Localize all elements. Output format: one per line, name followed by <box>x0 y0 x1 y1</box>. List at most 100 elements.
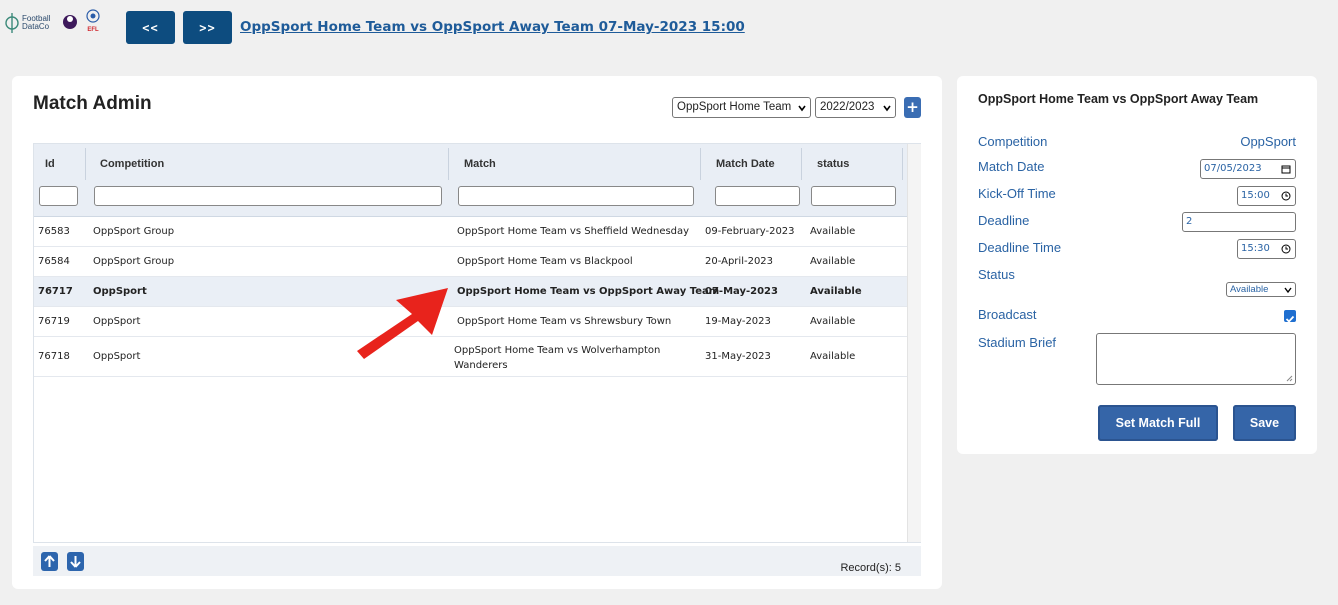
competition-value: OppSport <box>1240 134 1296 149</box>
vertical-scrollbar[interactable] <box>907 144 921 542</box>
cell-match: OppSport Home Team vs Wolverhampton Wand… <box>454 345 661 371</box>
column-divider <box>700 148 701 180</box>
deadline-value: 2 <box>1186 216 1193 227</box>
kickoff-time-value: 15:00 <box>1241 190 1270 201</box>
match-grid: Id Competition Match Match Date status 7… <box>33 143 921 543</box>
cell-status: Available <box>810 226 856 237</box>
season-select-value: 2022/2023 <box>820 101 875 113</box>
table-row-selected[interactable]: 76717 OppSport OppSport Home Team vs Opp… <box>34 277 907 307</box>
cell-competition: OppSport <box>93 316 141 327</box>
clock-icon[interactable] <box>1281 191 1291 201</box>
cell-match-date: 19-May-2023 <box>705 316 771 327</box>
status-select-value: Available <box>1230 284 1269 295</box>
deadline-time-label: Deadline Time <box>978 240 1062 255</box>
svg-text:EFL: EFL <box>87 27 99 33</box>
deadline-label: Deadline <box>978 213 1030 228</box>
next-match-button[interactable]: >> <box>183 11 232 44</box>
deadline-time-value: 15:30 <box>1241 243 1270 254</box>
resize-handle-icon[interactable] <box>1285 374 1293 382</box>
dataco-mark-icon <box>5 13 19 33</box>
arrow-up-icon <box>44 555 55 567</box>
record-count: Record(s): 5 <box>840 562 901 574</box>
football-dataco-logo: Football DataCo EFL <box>4 9 104 36</box>
season-select[interactable]: 2022/2023 <box>815 97 896 118</box>
clock-icon[interactable] <box>1281 244 1291 254</box>
deadline-input[interactable]: 2 <box>1182 212 1296 232</box>
column-divider <box>448 148 449 180</box>
chevron-down-icon <box>798 105 806 112</box>
cell-status: Available <box>810 286 862 297</box>
column-divider <box>902 148 903 180</box>
move-up-button[interactable] <box>41 552 58 571</box>
chevron-down-icon <box>883 105 891 112</box>
set-match-full-button[interactable]: Set Match Full <box>1098 405 1218 441</box>
table-row[interactable]: 76584 OppSport Group OppSport Home Team … <box>34 247 907 277</box>
premier-league-icon <box>63 15 77 29</box>
column-header-status[interactable]: status <box>817 158 849 170</box>
table-row[interactable]: 76583 OppSport Group OppSport Home Team … <box>34 217 907 247</box>
arrow-down-icon <box>70 556 81 568</box>
add-match-button[interactable]: + <box>904 97 921 118</box>
calendar-icon[interactable] <box>1281 164 1291 174</box>
table-row[interactable]: 76719 OppSport OppSport Home Team vs Shr… <box>34 307 907 337</box>
cell-match: OppSport Home Team vs OppSport Away Team <box>457 286 720 297</box>
table-row[interactable]: 76718 OppSport OppSport Home Team vs Wol… <box>34 337 907 377</box>
filter-competition-input[interactable] <box>94 186 442 206</box>
efl-icon: EFL <box>86 9 100 33</box>
grid-footer: Record(s): 5 <box>33 546 921 576</box>
cell-id: 76717 <box>38 286 73 297</box>
cell-id: 76718 <box>38 351 70 362</box>
cell-status: Available <box>810 351 856 362</box>
current-match-link[interactable]: OppSport Home Team vs OppSport Away Team… <box>240 19 745 35</box>
save-button[interactable]: Save <box>1233 405 1296 441</box>
column-header-match[interactable]: Match <box>464 158 496 170</box>
status-label: Status <box>978 267 1015 282</box>
filter-status-input[interactable] <box>811 186 896 206</box>
column-header-id[interactable]: Id <box>45 158 55 170</box>
match-detail-panel: OppSport Home Team vs OppSport Away Team… <box>957 76 1317 454</box>
grid-header: Id Competition Match Match Date status <box>34 144 907 217</box>
filter-match-date-input[interactable] <box>715 186 800 206</box>
cell-match: OppSport Home Team vs Sheffield Wednesda… <box>457 226 690 237</box>
stadium-brief-textarea[interactable] <box>1096 333 1296 385</box>
deadline-time-field[interactable]: 15:30 <box>1237 239 1296 259</box>
match-date-label: Match Date <box>978 159 1045 174</box>
cell-match: OppSport Home Team vs Shrewsbury Town <box>457 316 672 327</box>
cell-id: 76584 <box>38 256 70 267</box>
previous-match-button[interactable]: << <box>126 11 175 44</box>
cell-match-date: 31-May-2023 <box>705 351 771 362</box>
column-header-match-date[interactable]: Match Date <box>716 158 775 170</box>
cell-match-date: 09-February-2023 <box>705 226 795 237</box>
team-select[interactable]: OppSport Home Team <box>672 97 811 118</box>
team-select-value: OppSport Home Team <box>677 101 792 113</box>
column-header-competition[interactable]: Competition <box>100 158 164 170</box>
match-date-field[interactable]: 07/05/2023 <box>1200 159 1296 179</box>
cell-match-date: 07-May-2023 <box>705 286 778 297</box>
cell-match-date: 20-April-2023 <box>705 256 774 267</box>
kickoff-time-field[interactable]: 15:00 <box>1237 186 1296 206</box>
kickoff-time-label: Kick-Off Time <box>978 186 1056 201</box>
cell-status: Available <box>810 316 856 327</box>
cell-competition: OppSport Group <box>93 226 175 237</box>
cell-status: Available <box>810 256 856 267</box>
cell-id: 76719 <box>38 316 70 327</box>
status-select[interactable]: Available <box>1226 282 1296 297</box>
filter-id-input[interactable] <box>39 186 78 206</box>
checkmark-icon <box>1285 315 1295 323</box>
match-date-value: 07/05/2023 <box>1204 163 1262 174</box>
chevron-down-icon <box>1284 287 1292 294</box>
filter-match-input[interactable] <box>458 186 694 206</box>
move-down-button[interactable] <box>67 552 84 571</box>
red-arrow-annotation-icon <box>357 288 448 359</box>
broadcast-checkbox[interactable] <box>1284 310 1296 323</box>
match-admin-panel: Match Admin OppSport Home Team 2022/2023… <box>12 76 942 589</box>
cell-competition: OppSport Group <box>93 256 175 267</box>
column-divider <box>85 148 86 180</box>
detail-title: OppSport Home Team vs OppSport Away Team <box>978 92 1259 106</box>
page-title: Match Admin <box>33 93 152 114</box>
logo-text: Football DataCo <box>22 14 51 31</box>
column-divider <box>801 148 802 180</box>
stadium-brief-label: Stadium Brief <box>978 335 1057 350</box>
cell-id: 76583 <box>38 226 70 237</box>
cell-competition: OppSport <box>93 351 141 362</box>
